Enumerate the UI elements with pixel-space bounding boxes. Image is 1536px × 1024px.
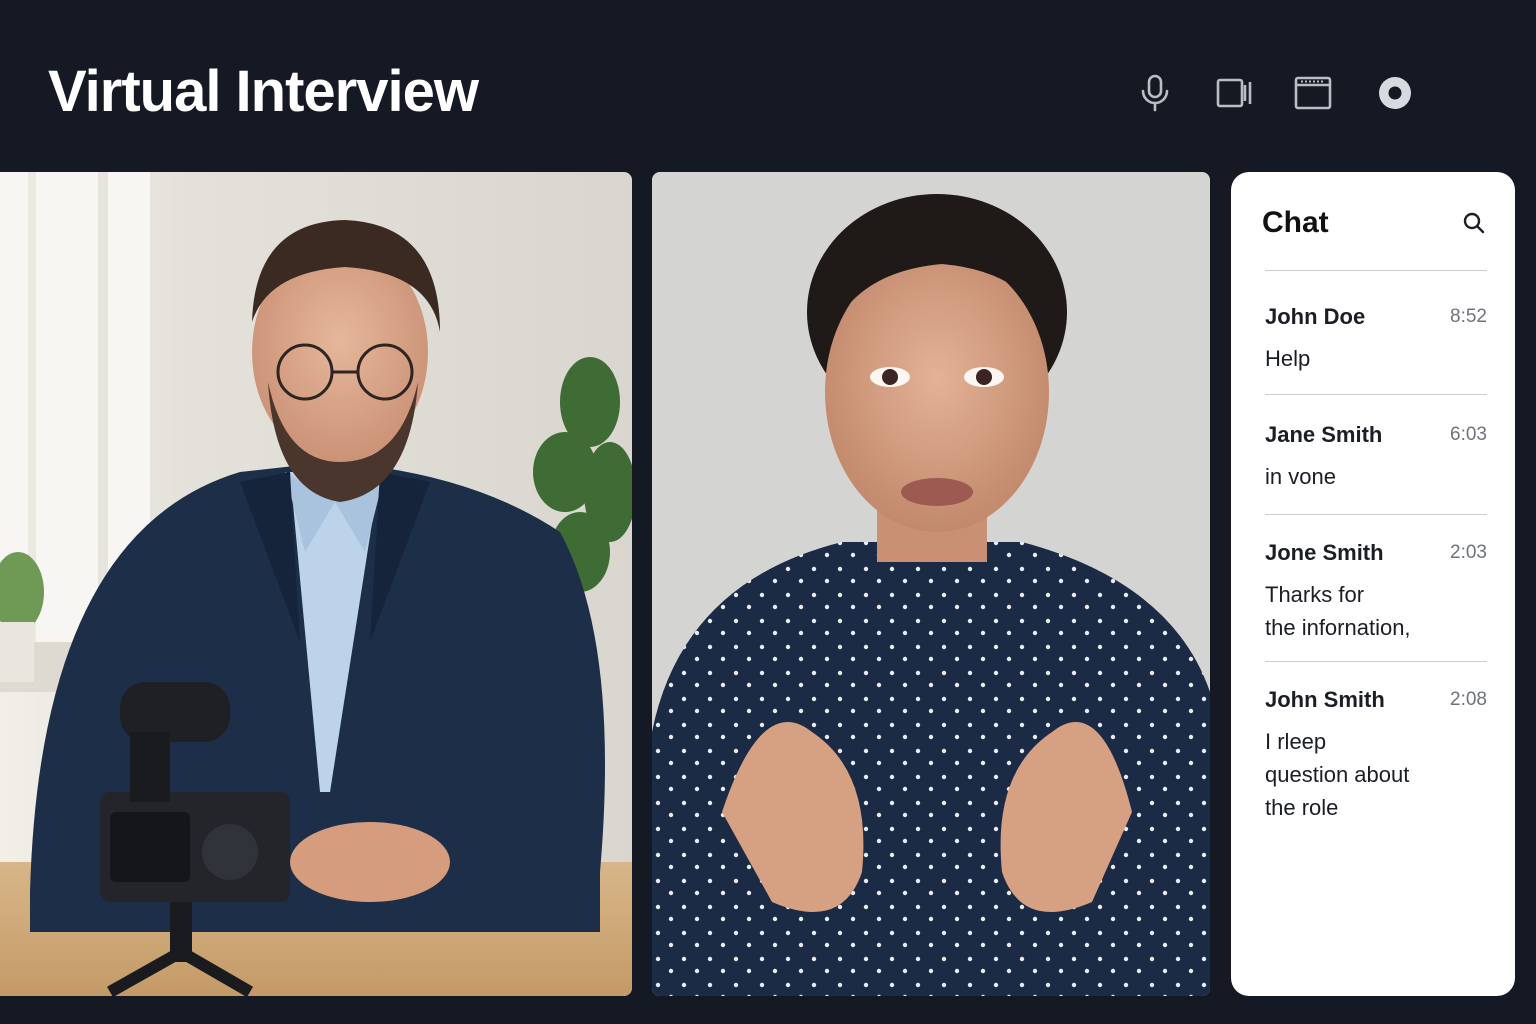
microphone-icon: [1141, 74, 1169, 112]
search-icon: [1463, 212, 1485, 234]
chat-divider: [1265, 270, 1487, 271]
message-text: Help: [1265, 346, 1311, 371]
record-icon: [1379, 77, 1411, 109]
message-time: 6:03: [1450, 424, 1487, 445]
interviewer-video-feed: [0, 172, 632, 996]
record-button[interactable]: [1368, 66, 1422, 120]
message-sender: John Doe: [1265, 304, 1366, 329]
message-time: 8:52: [1450, 306, 1487, 327]
chat-divider: [1265, 394, 1487, 395]
video-call-app: Virtual Interview Chat John Doe 8:52 Hel…: [0, 0, 1536, 1024]
chat-divider: [1265, 661, 1487, 662]
chat-divider: [1265, 514, 1487, 515]
message-sender: Jane Smith: [1265, 422, 1383, 447]
microphone-button[interactable]: [1128, 66, 1182, 120]
message-sender: Jone Smith: [1265, 540, 1384, 565]
camera-button[interactable]: [1208, 66, 1262, 120]
screen-share-button[interactable]: [1286, 66, 1340, 120]
message-text: Tharks for the infornation,: [1265, 582, 1411, 640]
message-sender: John Smith: [1265, 687, 1385, 712]
video-tile-candidate[interactable]: [652, 172, 1210, 996]
screen-window-icon: [1294, 76, 1332, 110]
page-title: Virtual Interview: [48, 59, 479, 124]
chat-panel: Chat John Doe 8:52 Help Jane Smith 6:03 …: [1231, 172, 1515, 996]
video-tile-interviewer[interactable]: [0, 172, 632, 996]
video-camera-icon: [1216, 78, 1252, 108]
message-time: 2:03: [1450, 542, 1487, 563]
message-text: I rleep question about the role: [1265, 729, 1410, 820]
chat-search-button[interactable]: [1459, 208, 1489, 238]
message-text: in vone: [1265, 464, 1336, 489]
candidate-video-feed: [652, 172, 1210, 996]
message-time: 2:08: [1450, 689, 1487, 710]
chat-title: Chat: [1262, 206, 1329, 239]
